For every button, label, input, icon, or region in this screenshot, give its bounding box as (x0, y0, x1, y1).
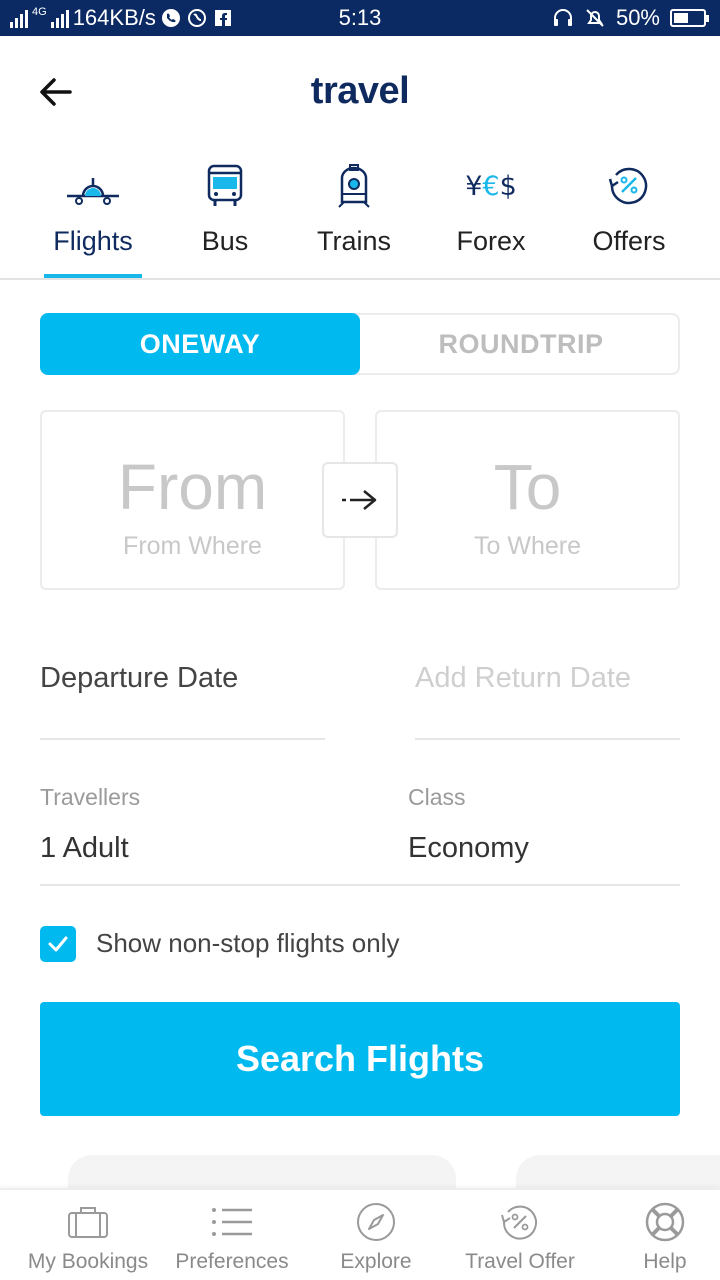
tab-trains[interactable]: Trains (304, 152, 404, 278)
nav-explore-label: Explore (340, 1250, 412, 1273)
arrow-right-icon (342, 490, 377, 510)
oneway-button[interactable]: ONEWAY (40, 313, 360, 375)
list-icon (162, 1200, 302, 1244)
tab-trains-label: Trains (316, 226, 391, 256)
from-title: From (117, 451, 268, 523)
battery-percent: 50% (615, 5, 660, 30)
offers-icon (450, 1200, 590, 1244)
tab-bus-label: Bus (201, 226, 249, 256)
tab-flights-label: Flights (53, 226, 133, 256)
swap-button[interactable] (322, 462, 398, 538)
compass-icon (316, 1200, 436, 1244)
mute-bell-icon (584, 7, 606, 29)
currency-icon: ¥€$ (465, 170, 517, 202)
to-placeholder: To Where (474, 532, 581, 560)
checkmark-icon (48, 936, 68, 952)
nav-help-label: Help (643, 1250, 687, 1273)
lifebuoy-icon (610, 1200, 720, 1244)
status-bar: 4G 164KB/s 5:13 50% (0, 0, 720, 36)
travellers-label: Travellers (40, 784, 141, 810)
offers-icon (578, 162, 680, 210)
divider (40, 884, 680, 886)
active-tab-indicator (44, 274, 142, 278)
bottom-navigation: My Bookings Preferences Explore Travel O… (0, 1188, 720, 1280)
return-date-label: Add Return Date (415, 662, 632, 694)
tab-offers[interactable]: Offers (578, 152, 680, 278)
class-label: Class (408, 784, 466, 810)
from-placeholder: From Where (123, 532, 262, 560)
bus-icon (180, 162, 270, 210)
return-date-field[interactable]: Add Return Date (415, 662, 680, 740)
nav-travel-offer[interactable]: Travel Offer (450, 1190, 590, 1280)
class-value[interactable]: Economy (408, 832, 529, 865)
nav-my-bookings[interactable]: My Bookings (18, 1190, 158, 1280)
search-flights-button[interactable]: Search Flights (40, 1002, 680, 1116)
headset-icon (552, 7, 574, 29)
from-field[interactable]: From From Where (40, 410, 345, 590)
departure-date-label: Departure Date (40, 662, 239, 694)
nav-my-bookings-label: My Bookings (27, 1250, 149, 1273)
tab-bus[interactable]: Bus (180, 152, 270, 278)
tab-forex-label: Forex (456, 226, 526, 256)
to-field[interactable]: To To Where (375, 410, 680, 590)
nav-help[interactable]: Help (610, 1190, 720, 1280)
trip-type-toggle: ONEWAY ROUNDTRIP (40, 313, 680, 375)
non-stop-label[interactable]: Show non-stop flights only (96, 928, 400, 959)
roundtrip-button[interactable]: ROUNDTRIP (360, 313, 682, 375)
tab-flights[interactable]: Flights (44, 152, 142, 278)
departure-date-field[interactable]: Departure Date (40, 662, 325, 740)
airplane-icon (44, 162, 142, 210)
category-tabs: Flights Bus Trains ¥€$ Forex Offers (0, 152, 720, 280)
nav-preferences-label: Preferences (175, 1250, 289, 1273)
nav-explore[interactable]: Explore (316, 1190, 436, 1280)
non-stop-checkbox[interactable] (40, 926, 76, 962)
nav-travel-offer-label: Travel Offer (465, 1250, 575, 1273)
travellers-value[interactable]: 1 Adult (40, 832, 129, 865)
brand-logo: travel (310, 70, 410, 112)
nav-preferences[interactable]: Preferences (162, 1190, 302, 1280)
app-header: travel (0, 36, 720, 152)
tab-offers-label: Offers (592, 226, 666, 256)
briefcase-icon (18, 1200, 158, 1244)
battery-icon (670, 9, 709, 27)
to-title: To (493, 451, 562, 523)
train-icon (304, 162, 404, 210)
tab-forex[interactable]: ¥€$ Forex (442, 152, 540, 278)
